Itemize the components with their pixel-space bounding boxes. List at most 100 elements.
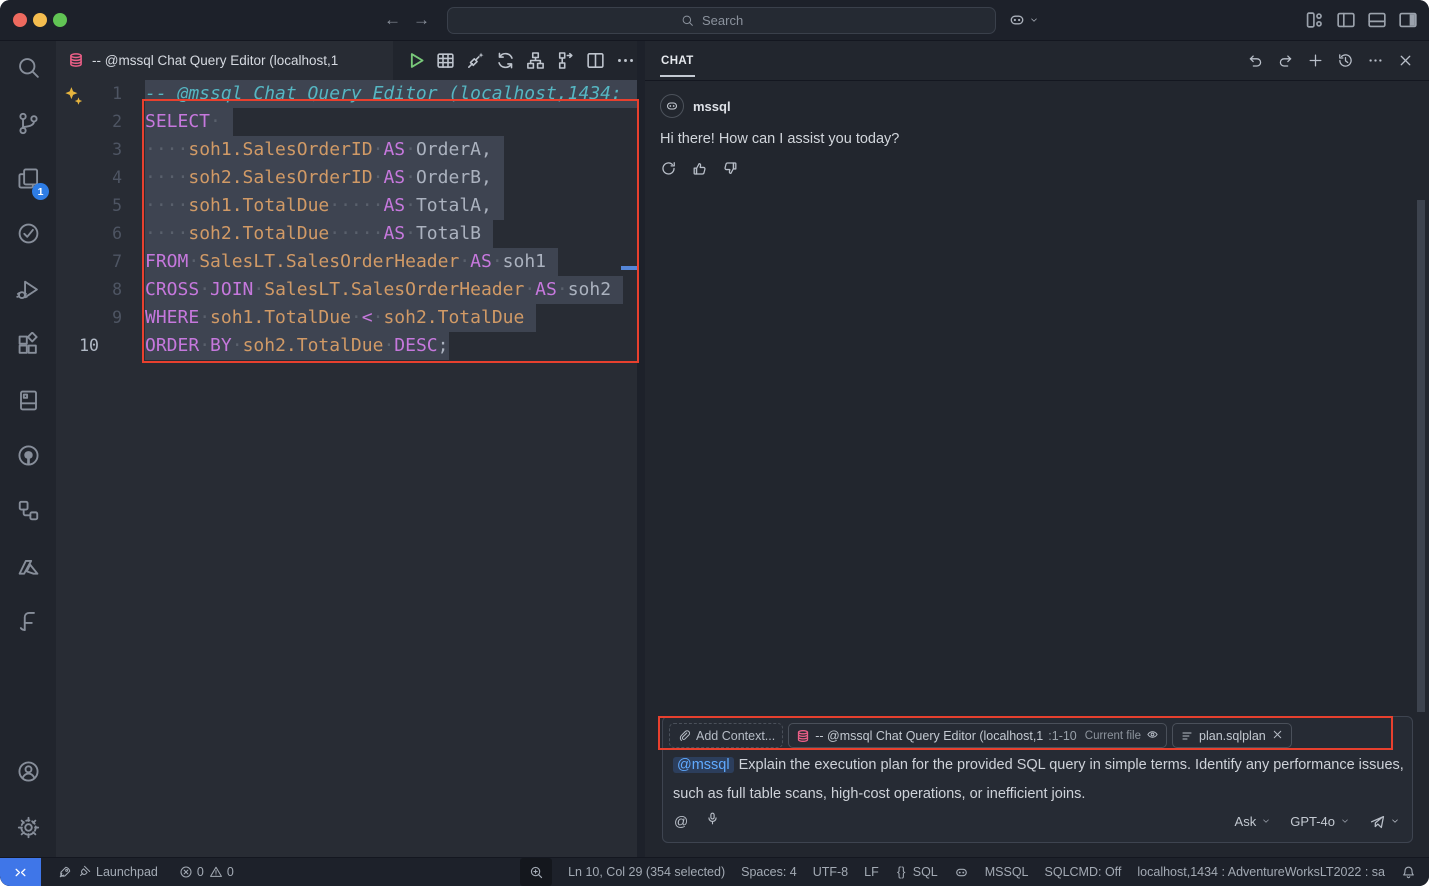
split-editor-button[interactable] [584, 49, 607, 72]
prompt-editor[interactable]: @mssqlExplain the execution plan for the… [673, 751, 1404, 809]
regenerate-button[interactable] [660, 160, 677, 177]
token: ···· [145, 220, 188, 248]
token: · [405, 220, 416, 248]
context-chip-current-file[interactable]: -- @mssql Chat Query Editor (localhost,1… [788, 723, 1167, 748]
context-chip-add-context[interactable]: Add Context... [669, 723, 783, 748]
chat-header-actions [1247, 52, 1414, 69]
thumbs-down-button[interactable] [722, 160, 739, 177]
close-panel-button[interactable] [1397, 52, 1414, 69]
code-line[interactable]: 5····soh1.TotalDue·····AS·TotalA, [56, 192, 637, 220]
code-line[interactable]: 10ORDER·BY·soh2.TotalDue·DESC; [56, 332, 637, 360]
activity-item-source-control[interactable] [0, 95, 56, 150]
activity-item-fabric[interactable] [0, 594, 56, 649]
more-actions-button[interactable] [614, 49, 637, 72]
sqlcmd-status-item[interactable]: SQLCMD: Off [1045, 865, 1122, 879]
window-zoom-button[interactable] [53, 13, 67, 27]
mention-chip[interactable]: @mssql [673, 757, 734, 773]
activity-item-azure[interactable] [0, 539, 56, 594]
token: ORDER [145, 332, 199, 360]
copilot-menu-button[interactable] [1008, 9, 1039, 31]
activity-item-run-debug[interactable] [0, 262, 56, 317]
customize-layout-icon[interactable] [1304, 9, 1326, 31]
voice-button[interactable] [705, 811, 720, 831]
activity-item-task-check[interactable] [0, 206, 56, 261]
launchpad-status-item[interactable]: Launchpad [58, 865, 158, 879]
close-button[interactable] [1271, 728, 1284, 744]
code-line[interactable]: 2SELECT· [56, 108, 637, 136]
token: SalesLT.SalesOrderHeader [199, 248, 459, 276]
list-icon [1180, 729, 1194, 743]
layout-panel-icon[interactable] [1366, 9, 1388, 31]
activity-item-connections[interactable] [0, 483, 56, 538]
remote-indicator[interactable] [0, 858, 41, 886]
code-line[interactable]: 3····soh1.SalesOrderID·AS·OrderA, [56, 136, 637, 164]
command-center-search[interactable] [447, 7, 996, 34]
more-button[interactable] [1367, 52, 1384, 69]
token: ; [438, 332, 449, 360]
history-button[interactable] [1337, 52, 1354, 69]
results-grid-button[interactable] [434, 49, 457, 72]
estimated-plan-button[interactable] [524, 49, 547, 72]
activity-item-settings[interactable] [0, 800, 56, 855]
error-count-label: 0 [197, 865, 204, 879]
model-dropdown[interactable]: GPT-4o [1290, 814, 1350, 829]
indentation-status-item[interactable]: Spaces: 4 [741, 865, 797, 879]
status-bar-left: Launchpad 00 [58, 865, 234, 879]
notifications-status-item[interactable] [1401, 865, 1416, 880]
code-text: SELECT· [145, 108, 637, 136]
back-icon[interactable]: ← [384, 10, 401, 30]
context-chip-plan-file[interactable]: plan.sqlplan [1172, 723, 1292, 748]
copilot-sparkle-icon[interactable] [63, 85, 84, 106]
code-line[interactable]: 8CROSS·JOIN·SalesLT.SalesOrderHeader·AS·… [56, 276, 637, 304]
paperclip-icon [677, 729, 691, 743]
token: · [253, 276, 264, 304]
code-editor[interactable]: 1-- @mssql Chat Query Editor (localhost,… [56, 80, 637, 858]
activity-item-search[interactable] [0, 40, 56, 95]
activity-item-extensions[interactable] [0, 317, 56, 372]
forward-icon[interactable]: → [413, 10, 430, 30]
cursor-position-status-item[interactable]: Ln 10, Col 29 (354 selected) [568, 865, 725, 879]
window-close-button[interactable] [13, 13, 27, 27]
undo-button[interactable] [1247, 52, 1264, 69]
mode-dropdown[interactable]: Ask [1235, 814, 1272, 829]
run-query-button[interactable] [404, 49, 427, 72]
activity-item-notebooks[interactable] [0, 372, 56, 427]
copilot-icon [1008, 11, 1026, 29]
tab-chat[interactable]: CHAT [660, 44, 695, 77]
copilot-status-item[interactable] [954, 865, 969, 880]
layout-sidebar-right-icon[interactable] [1397, 9, 1419, 31]
language-status-item[interactable]: {}SQL [895, 865, 938, 879]
zoom-status-item[interactable] [520, 858, 552, 886]
eol-status-item[interactable]: LF [864, 865, 879, 879]
activity-item-accounts[interactable] [0, 744, 56, 799]
activity-item-github[interactable] [0, 428, 56, 483]
chat-input-box[interactable]: Add Context...-- @mssql Chat Query Edito… [662, 716, 1413, 843]
actual-plan-button[interactable] [554, 49, 577, 72]
new-chat-button[interactable] [1307, 52, 1324, 69]
token: AS [383, 164, 405, 192]
account-icon [16, 759, 41, 784]
chat-scrollbar[interactable] [1417, 200, 1425, 712]
connection-status-item[interactable]: localhost,1434 : AdventureWorksLT2022 : … [1137, 865, 1385, 879]
redo-button[interactable] [1277, 52, 1294, 69]
search-input[interactable] [700, 12, 762, 29]
layout-sidebar-icon[interactable] [1335, 9, 1357, 31]
line-number: 3 [56, 136, 145, 164]
editor-tab[interactable]: -- @mssql Chat Query Editor (localhost,1 [56, 40, 393, 80]
disconnect-button[interactable] [464, 49, 487, 72]
mssql-provider-status-item[interactable]: MSSQL [985, 865, 1029, 879]
code-line[interactable]: 4····soh2.SalesOrderID·AS·OrderB, [56, 164, 637, 192]
code-line[interactable]: 1-- @mssql Chat Query Editor (localhost,… [56, 80, 637, 108]
send-button[interactable] [1369, 813, 1400, 830]
activity-item-explorer[interactable]: 1 [0, 151, 56, 206]
mention-picker-button[interactable]: @ [674, 813, 688, 829]
thumbs-up-button[interactable] [691, 160, 708, 177]
eye-button[interactable] [1146, 728, 1159, 744]
window-minimize-button[interactable] [33, 13, 47, 27]
vscode-window: ← → 1 -- @mssql Chat Query Editor (local… [0, 0, 1429, 886]
code-line[interactable]: 6····soh2.TotalDue·····AS·TotalB [56, 220, 637, 248]
problems-status-item[interactable]: 00 [179, 865, 234, 879]
change-connection-button[interactable] [494, 49, 517, 72]
encoding-status-item[interactable]: UTF-8 [813, 865, 848, 879]
code-line[interactable]: 7FROM·SalesLT.SalesOrderHeader·AS·soh1 [56, 248, 637, 276]
